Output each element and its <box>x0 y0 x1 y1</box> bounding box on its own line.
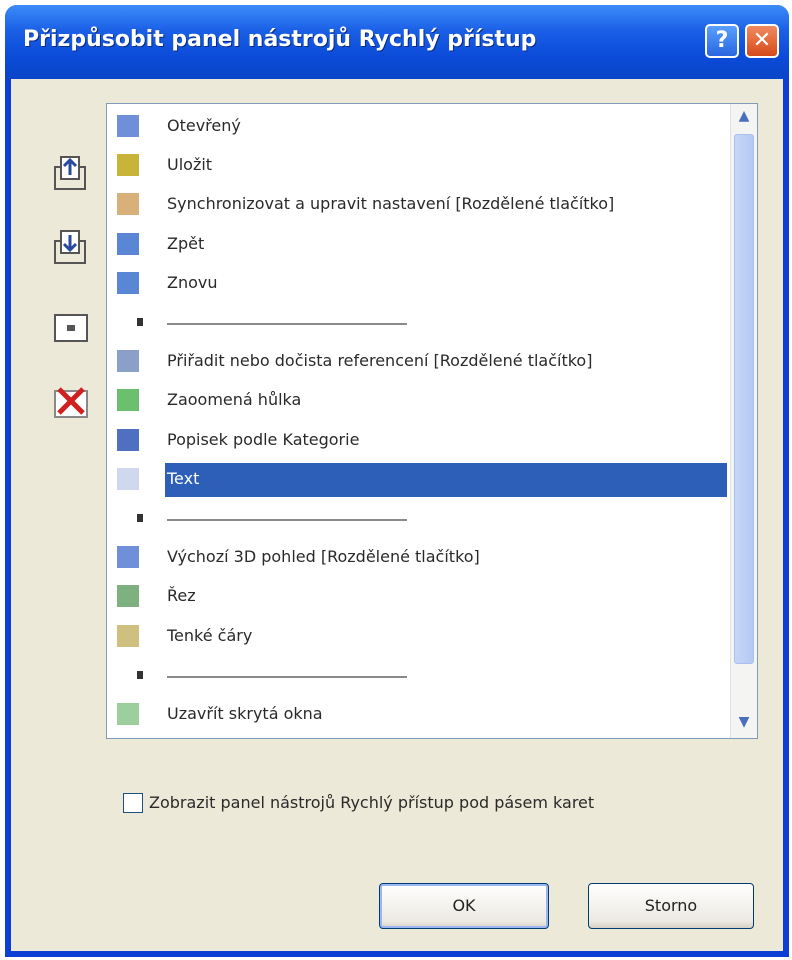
list-item[interactable]: Otevřený <box>115 110 723 144</box>
reset-button[interactable] <box>49 303 93 347</box>
scroll-down-arrow[interactable]: ▼ <box>735 714 753 734</box>
list-item[interactable]: Zpět <box>115 228 723 262</box>
list-item[interactable]: Popisek podle Kategorie <box>115 424 723 458</box>
show-below-ribbon-label: Zobrazit panel nástrojů Rychlý přístup p… <box>149 793 595 812</box>
separator-line <box>167 675 407 678</box>
customize-dialog: Přizpůsobit panel nástrojů Rychlý přístu… <box>5 5 789 957</box>
delete-icon <box>51 381 91 421</box>
list-scrollbar[interactable]: ▲ ▼ <box>730 104 757 738</box>
list-item-label: Přiřadit nebo dočista referencení [Rozdě… <box>167 351 593 371</box>
list-item[interactable]: Zaoomená hůlka <box>115 384 723 418</box>
list-item[interactable]: Synchronizovat a upravit nastavení [Rozd… <box>115 188 723 222</box>
separator-line <box>167 519 407 521</box>
list-item-label: Zpět <box>167 233 205 253</box>
scroll-thumb[interactable] <box>734 134 754 664</box>
command-icon <box>117 115 139 137</box>
selection-highlight <box>165 462 727 497</box>
list-separator[interactable] <box>115 659 723 693</box>
dialog-title: Přizpůsobit panel nástrojů Rychlý přístu… <box>23 27 537 52</box>
ok-button[interactable]: OK <box>379 883 549 929</box>
move-down-button[interactable] <box>49 225 93 269</box>
show-below-ribbon-checkbox[interactable] <box>123 793 143 813</box>
scroll-up-arrow[interactable]: ▲ <box>735 108 753 128</box>
list-item-label: Výchozí 3D pohled [Rozdělené tlačítko] <box>167 547 480 567</box>
list-item[interactable]: Tenké čáry <box>115 620 723 654</box>
list-item[interactable]: Uložit <box>115 149 723 183</box>
move-up-button[interactable] <box>49 151 93 195</box>
delete-button[interactable] <box>49 379 93 423</box>
separator-icon <box>137 670 143 679</box>
dialog-body: Otevřený Uložit Synchronizovat a upravit n… <box>11 79 783 951</box>
list-item-label: Řez <box>167 586 196 606</box>
command-icon <box>117 546 139 569</box>
command-icon <box>117 350 139 373</box>
command-icon <box>117 467 139 490</box>
list-item-label: Zaoomená hůlka <box>167 390 302 410</box>
move-down-icon <box>51 227 91 267</box>
command-icon <box>117 232 139 255</box>
cancel-button[interactable]: Storno <box>588 883 754 929</box>
move-up-icon <box>51 153 91 193</box>
close-button[interactable]: ✕ <box>745 24 779 58</box>
separator-icon <box>137 514 143 522</box>
title-bar[interactable]: Přizpůsobit panel nástrojů Rychlý přístu… <box>5 5 789 79</box>
separator-line <box>167 323 407 325</box>
command-icon <box>117 428 139 451</box>
command-icon <box>117 624 139 647</box>
list-item-label: Text <box>167 468 200 488</box>
command-icon <box>117 389 139 412</box>
command-list[interactable]: Otevřený Uložit Synchronizovat a upravit n… <box>106 103 758 739</box>
list-separator[interactable] <box>115 502 723 536</box>
command-icon <box>117 154 139 177</box>
command-icon <box>117 585 139 608</box>
list-item[interactable]: Řez <box>115 580 723 614</box>
list-item[interactable]: Znovu <box>115 267 723 301</box>
list-item[interactable]: Uzavřít skrytá okna <box>115 698 723 732</box>
list-item-label: Uzavřít skrytá okna <box>167 704 323 723</box>
list-item-label: Synchronizovat a upravit nastavení [Rozd… <box>167 194 615 214</box>
command-icon <box>117 703 139 725</box>
command-icon <box>117 193 139 216</box>
list-item[interactable]: Výchozí 3D pohled [Rozdělené tlačítko] <box>115 541 723 575</box>
command-icon <box>117 271 139 294</box>
list-item-label: Otevřený <box>167 116 241 135</box>
list-item-label: Uložit <box>167 155 213 175</box>
separator-icon <box>137 318 143 326</box>
list-item-label: Popisek podle Kategorie <box>167 429 360 449</box>
list-item[interactable]: Text <box>115 462 727 497</box>
help-button[interactable]: ? <box>705 24 739 58</box>
reset-icon <box>51 305 91 345</box>
list-separator[interactable] <box>115 306 723 340</box>
list-item[interactable]: Přiřadit nebo dočista referencení [Rozdě… <box>115 345 723 379</box>
list-item-label: Tenké čáry <box>167 625 253 645</box>
list-item-label: Znovu <box>167 272 218 292</box>
